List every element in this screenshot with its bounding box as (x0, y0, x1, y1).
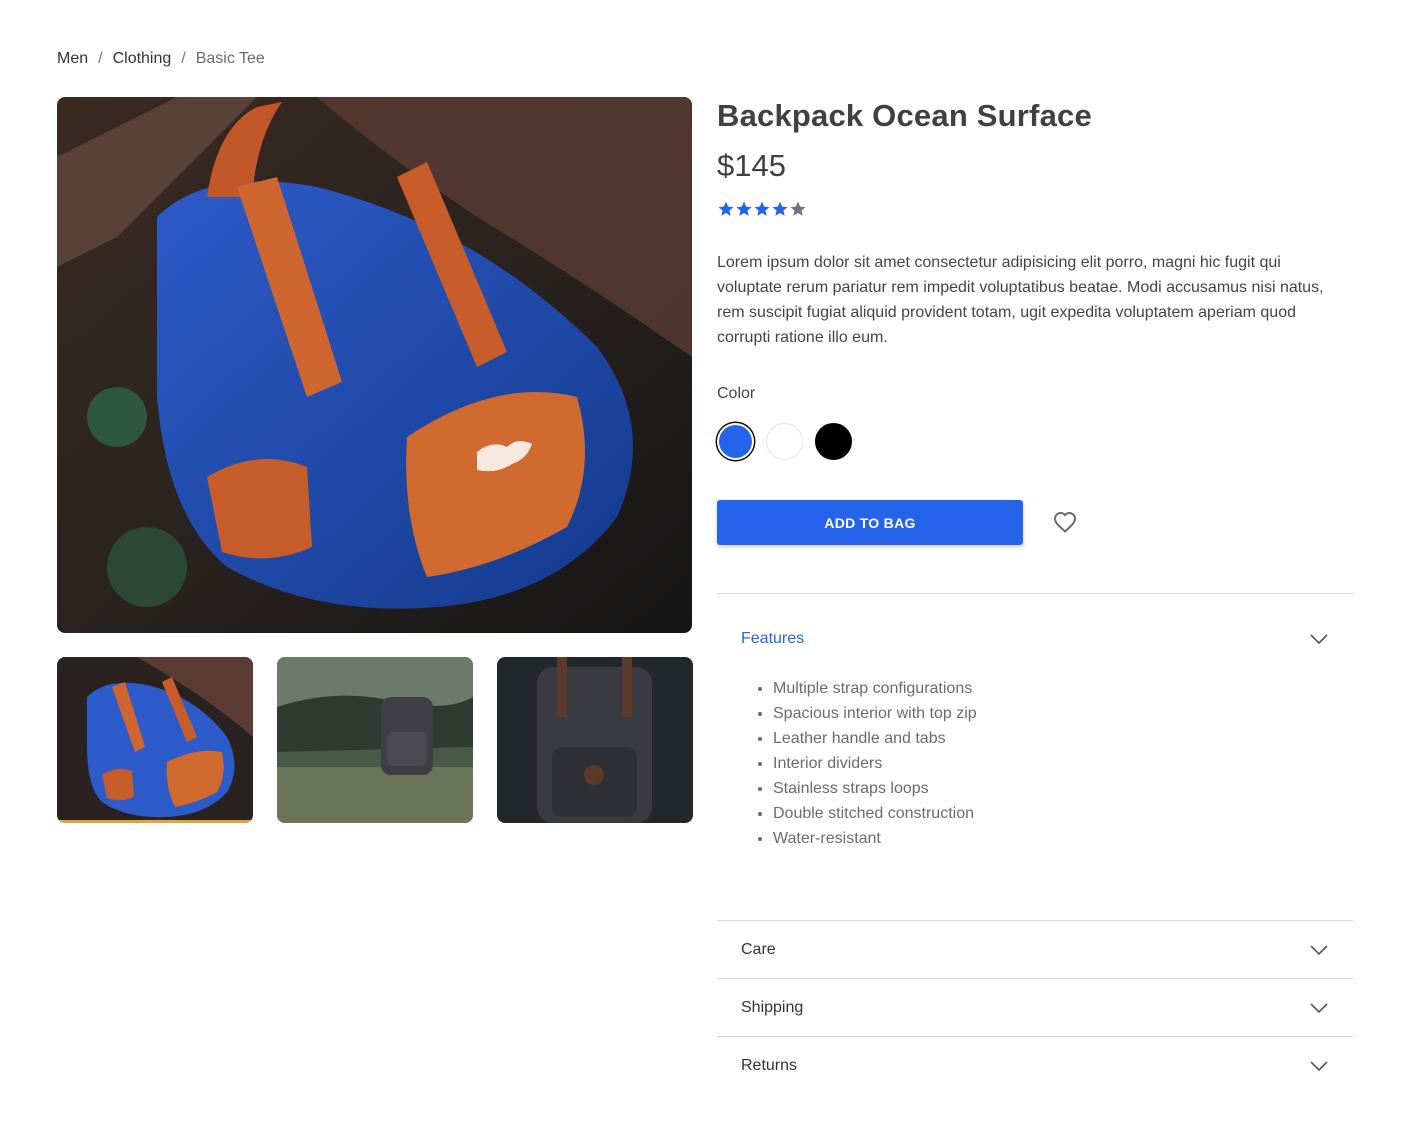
accordion-care: Care (717, 921, 1353, 979)
breadcrumb: Men / Clothing / Basic Tee (57, 50, 265, 68)
product-description: Lorem ipsum dolor sit amet consectetur a… (717, 254, 1324, 346)
chevron-down-icon (1310, 944, 1328, 955)
thumbnail-2[interactable] (277, 657, 473, 823)
breadcrumb-current: Basic Tee (195, 50, 265, 67)
accordion-header-features[interactable]: Features (717, 594, 1353, 683)
color-swatch-blue[interactable] (719, 425, 752, 458)
list-item: Multiple strap configurations (773, 676, 1329, 701)
chevron-down-icon (1310, 633, 1328, 644)
color-swatch-white[interactable] (766, 423, 803, 460)
star-icon (718, 201, 734, 216)
list-item: Double stitched construction (773, 801, 1329, 826)
list-item: Stainless straps loops (773, 776, 1329, 801)
accordion-title: Care (741, 940, 776, 958)
breadcrumb-clothing[interactable]: Clothing (113, 50, 172, 68)
star-icon (736, 201, 752, 216)
chevron-down-icon (1310, 1002, 1328, 1013)
list-item: Leather handle and tabs (773, 726, 1329, 751)
accordion-header-shipping[interactable]: Shipping (717, 979, 1353, 1036)
thumbnail-1[interactable] (57, 657, 253, 823)
accordion-features: Features Multiple strap configurations S… (717, 594, 1353, 921)
color-swatches (717, 423, 852, 460)
details-accordion: Features Multiple strap configurations S… (717, 593, 1353, 1094)
color-swatch-black[interactable] (815, 423, 852, 460)
breadcrumb-separator: / (181, 50, 186, 67)
main-product-image (57, 97, 692, 633)
accordion-body-features: Multiple strap configurations Spacious i… (717, 676, 1353, 920)
accordion-header-returns[interactable]: Returns (717, 1037, 1353, 1094)
heart-icon[interactable] (1050, 508, 1080, 536)
list-item: Spacious interior with top zip (773, 701, 1329, 726)
accordion-header-care[interactable]: Care (717, 921, 1353, 978)
star-empty-icon (790, 201, 806, 216)
product-price: $145 (717, 148, 786, 183)
chevron-down-icon (1310, 1060, 1328, 1071)
product-title: Backpack Ocean Surface (717, 98, 1092, 133)
list-item: Interior dividers (773, 751, 1329, 776)
list-item: Water-resistant (773, 826, 1329, 851)
star-icon (754, 201, 770, 216)
accordion-title: Features (741, 629, 805, 647)
accordion-title: Shipping (741, 998, 804, 1016)
accordion-returns: Returns (717, 1037, 1353, 1094)
star-rating (717, 200, 807, 218)
accordion-title: Returns (741, 1056, 798, 1074)
thumbnail-3[interactable] (497, 657, 693, 823)
breadcrumb-separator: / (98, 50, 103, 67)
add-to-bag-button[interactable]: ADD TO BAG (717, 500, 1023, 545)
breadcrumb-men[interactable]: Men (57, 50, 88, 68)
features-list: Multiple strap configurations Spacious i… (773, 676, 1329, 851)
star-icon (772, 201, 788, 216)
accordion-shipping: Shipping (717, 979, 1353, 1037)
color-label: Color (717, 385, 756, 402)
